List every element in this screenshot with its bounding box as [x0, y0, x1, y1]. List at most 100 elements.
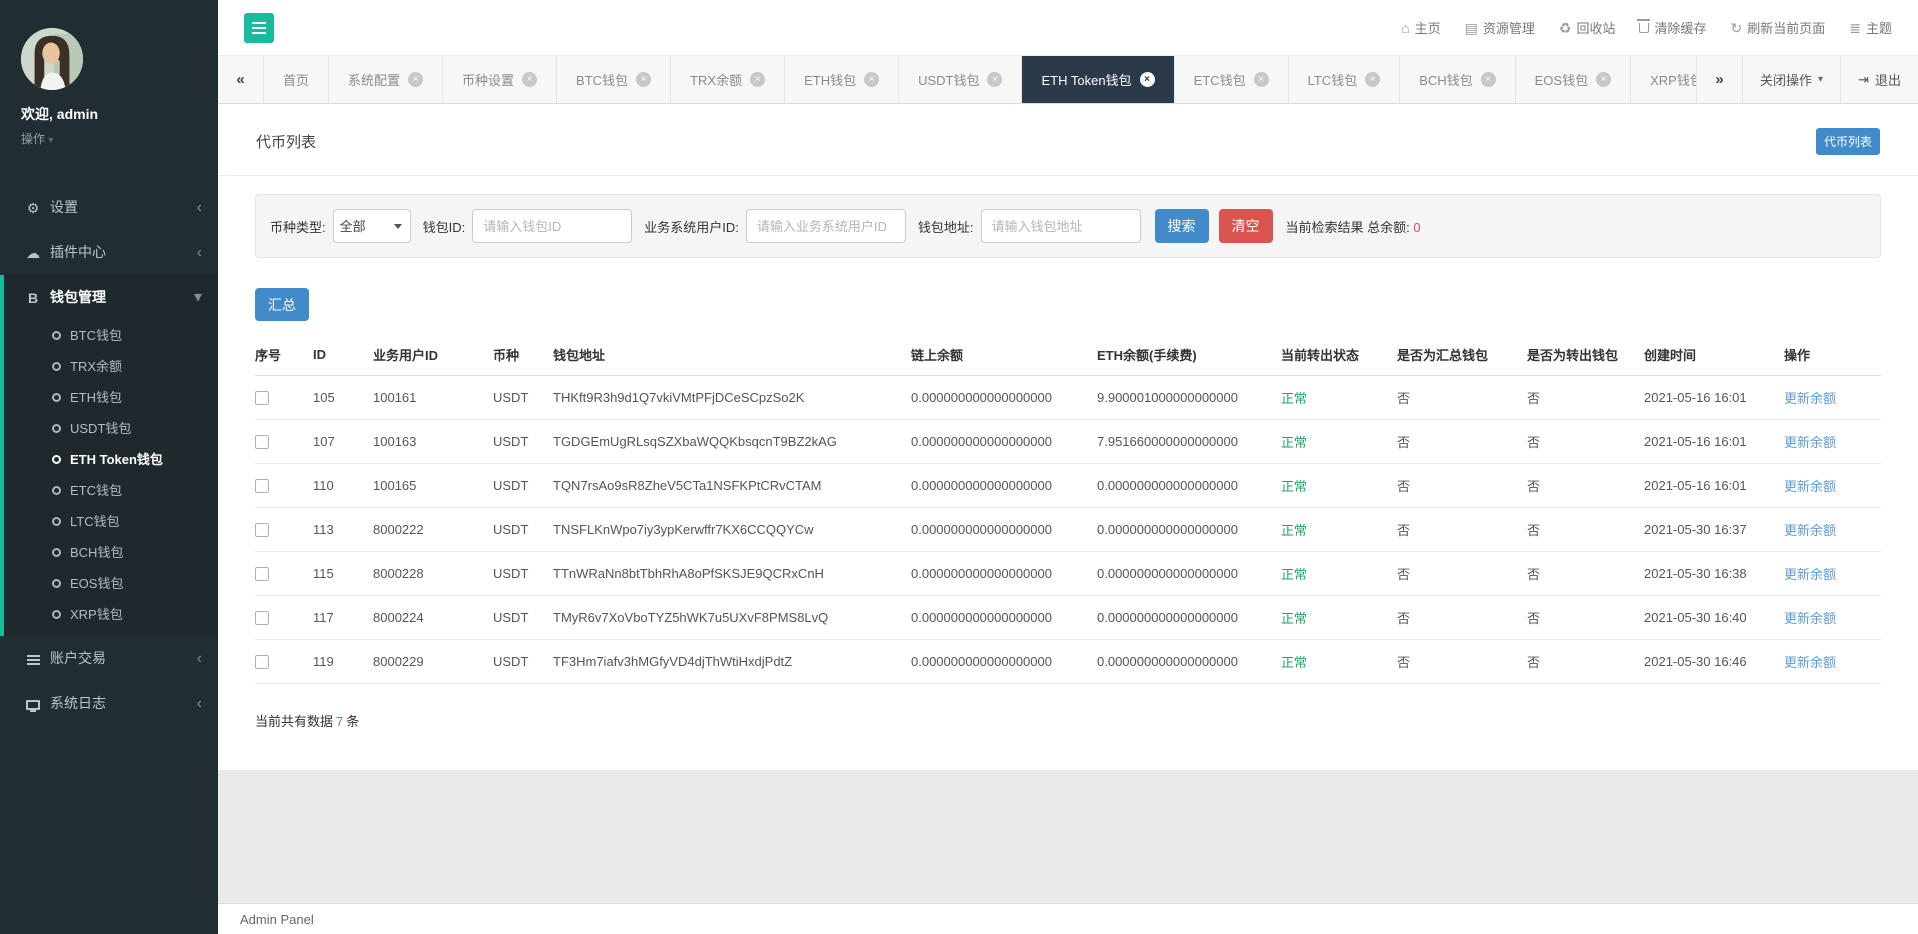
update-balance-link[interactable]: 更新余额: [1784, 391, 1836, 406]
update-balance-link[interactable]: 更新余额: [1784, 611, 1836, 626]
coin-type-select[interactable]: 全部: [333, 209, 411, 243]
sidebar-subitem[interactable]: ETH钱包: [4, 382, 218, 413]
row-checkbox[interactable]: [255, 523, 269, 537]
search-button[interactable]: 搜索: [1155, 209, 1209, 243]
tab-close-icon[interactable]: ×: [1481, 72, 1496, 87]
tab-label: BTC钱包: [576, 70, 628, 89]
column-header: 是否为汇总钱包: [1397, 334, 1527, 376]
topbar-links: ⌂主页 ▤资源管理 ♻回收站 清除缓存 ↻刷新当前页面 ≣主题: [1401, 18, 1892, 37]
sidebar-subitem[interactable]: LTC钱包: [4, 506, 218, 537]
tab-close-icon[interactable]: ×: [864, 72, 879, 87]
tab-close-icon[interactable]: ×: [1596, 72, 1611, 87]
cell-id: 119: [313, 640, 373, 684]
row-checkbox[interactable]: [255, 611, 269, 625]
tab-close-icon[interactable]: ×: [1140, 72, 1155, 87]
tab-close-icon[interactable]: ×: [1254, 72, 1269, 87]
sidebar-subitem[interactable]: ETC钱包: [4, 475, 218, 506]
tab[interactable]: 币种设置 ×: [443, 56, 557, 103]
update-balance-link[interactable]: 更新余额: [1784, 523, 1836, 538]
tab-close-icon[interactable]: ×: [522, 72, 537, 87]
cell-is-summary-wallet: 否: [1397, 640, 1527, 684]
sidebar-item-plugin-center[interactable]: ☁插件中心 ‹: [0, 230, 218, 275]
cell-created-at: 2021-05-30 16:38: [1644, 552, 1784, 596]
tab[interactable]: LTC钱包 ×: [1289, 56, 1401, 103]
row-checkbox[interactable]: [255, 567, 269, 581]
sidebar-subitem[interactable]: EOS钱包: [4, 568, 218, 599]
summary-button[interactable]: 汇总: [255, 288, 309, 321]
wallet-address-input[interactable]: [981, 209, 1141, 243]
tab-label: USDT钱包: [918, 70, 979, 89]
update-balance-link[interactable]: 更新余额: [1784, 435, 1836, 450]
chevron-down-icon: ▾: [194, 275, 202, 320]
column-header: 链上余额: [911, 334, 1097, 376]
cell-id: 115: [313, 552, 373, 596]
cell-is-transfer-wallet: 否: [1527, 420, 1644, 464]
circle-icon: [52, 548, 61, 557]
tab[interactable]: TRX余额 ×: [671, 56, 785, 103]
cell-eth-balance: 0.000000000000000000: [1097, 464, 1281, 508]
main-area: ⌂主页 ▤资源管理 ♻回收站 清除缓存 ↻刷新当前页面 ≣主题 « 首页 系统配…: [218, 0, 1918, 934]
tab[interactable]: EOS钱包 ×: [1516, 56, 1631, 103]
topbar-link-clear-cache[interactable]: 清除缓存: [1639, 18, 1706, 37]
cell-is-transfer-wallet: 否: [1527, 508, 1644, 552]
column-header: ID: [313, 334, 373, 376]
tab[interactable]: 系统配置 ×: [329, 56, 443, 103]
biz-user-id-input[interactable]: [746, 209, 906, 243]
tab-close-icon[interactable]: ×: [750, 72, 765, 87]
sidebar-subitem[interactable]: ETH Token钱包: [4, 444, 218, 475]
tab[interactable]: ETH钱包 ×: [785, 56, 899, 103]
topbar-link-refresh-page[interactable]: ↻刷新当前页面: [1731, 18, 1826, 37]
sidebar-subitem[interactable]: XRP钱包: [4, 599, 218, 630]
sidebar-item-system-logs[interactable]: 系统日志 ‹: [0, 681, 218, 726]
tab[interactable]: ETH Token钱包 ×: [1022, 56, 1174, 103]
table-row: 107 100163 USDT TGDGEmUgRLsqSZXbaWQQKbsq…: [255, 420, 1881, 464]
sidebar-subitem[interactable]: USDT钱包: [4, 413, 218, 444]
sidebar-item-wallet-management[interactable]: B钱包管理 ▾: [4, 275, 218, 320]
filter-panel: 币种类型: 全部 钱包ID: 业务系统用户ID: 钱包地址: 搜索 清空: [255, 194, 1881, 258]
sidebar-subitem[interactable]: TRX余额: [4, 351, 218, 382]
sidebar-subitem[interactable]: BCH钱包: [4, 537, 218, 568]
tab-close-icon[interactable]: ×: [987, 72, 1002, 87]
tab-close-icon[interactable]: ×: [1365, 72, 1380, 87]
sidebar-item-account-transactions[interactable]: 账户交易 ‹: [0, 636, 218, 681]
close-actions-dropdown[interactable]: 关闭操作▾: [1742, 56, 1840, 103]
cell-wallet-address: THKft9R3h9d1Q7vkiVMtPFjDCeSCpzSo2K: [553, 376, 911, 420]
user-action-dropdown[interactable]: 操作 ▾: [21, 130, 218, 147]
tab-list: 首页 系统配置 × 币种设置 × BTC钱包 × TRX余额 × ETH钱包 ×…: [264, 56, 1696, 103]
wallet-id-input[interactable]: [472, 209, 632, 243]
cell-is-summary-wallet: 否: [1397, 596, 1527, 640]
row-checkbox[interactable]: [255, 391, 269, 405]
page-badge[interactable]: 代币列表: [1816, 128, 1880, 155]
row-checkbox[interactable]: [255, 479, 269, 493]
tab-close-icon[interactable]: ×: [408, 72, 423, 87]
sidebar-item-settings[interactable]: ⚙设置 ‹: [0, 185, 218, 230]
table-header-row: 序号ID业务用户ID币种钱包地址链上余额ETH余额(手续费)当前转出状态是否为汇…: [255, 334, 1881, 376]
hamburger-menu-button[interactable]: [244, 13, 274, 43]
tab-label: 系统配置: [348, 70, 400, 89]
tab-scroll-right-button[interactable]: »: [1696, 56, 1742, 103]
topbar-link-theme[interactable]: ≣主题: [1849, 18, 1892, 37]
row-checkbox[interactable]: [255, 435, 269, 449]
update-balance-link[interactable]: 更新余额: [1784, 567, 1836, 582]
tab[interactable]: USDT钱包 ×: [899, 56, 1022, 103]
tab-close-icon[interactable]: ×: [636, 72, 651, 87]
bitcoin-icon: B: [22, 276, 44, 321]
topbar-link-home[interactable]: ⌂主页: [1401, 18, 1440, 37]
tab[interactable]: 首页: [264, 56, 329, 103]
topbar-link-resources[interactable]: ▤资源管理: [1465, 18, 1535, 37]
tab[interactable]: BTC钱包 ×: [557, 56, 671, 103]
sidebar-subitem[interactable]: BTC钱包: [4, 320, 218, 351]
row-checkbox[interactable]: [255, 655, 269, 669]
tab[interactable]: BCH钱包 ×: [1400, 56, 1515, 103]
cell-chain-balance: 0.000000000000000000: [911, 420, 1097, 464]
clear-button[interactable]: 清空: [1219, 209, 1273, 243]
update-balance-link[interactable]: 更新余额: [1784, 655, 1836, 670]
tab-scroll-left-button[interactable]: «: [218, 56, 264, 103]
topbar-link-recycle-bin[interactable]: ♻回收站: [1559, 18, 1616, 37]
sidebar-subitem-label: BCH钱包: [70, 537, 123, 568]
update-balance-link[interactable]: 更新余额: [1784, 479, 1836, 494]
logout-button[interactable]: ⇥退出: [1840, 56, 1918, 103]
tab[interactable]: ETC钱包 ×: [1175, 56, 1289, 103]
tab[interactable]: XRP钱包 ×: [1631, 56, 1696, 103]
cell-is-summary-wallet: 否: [1397, 376, 1527, 420]
